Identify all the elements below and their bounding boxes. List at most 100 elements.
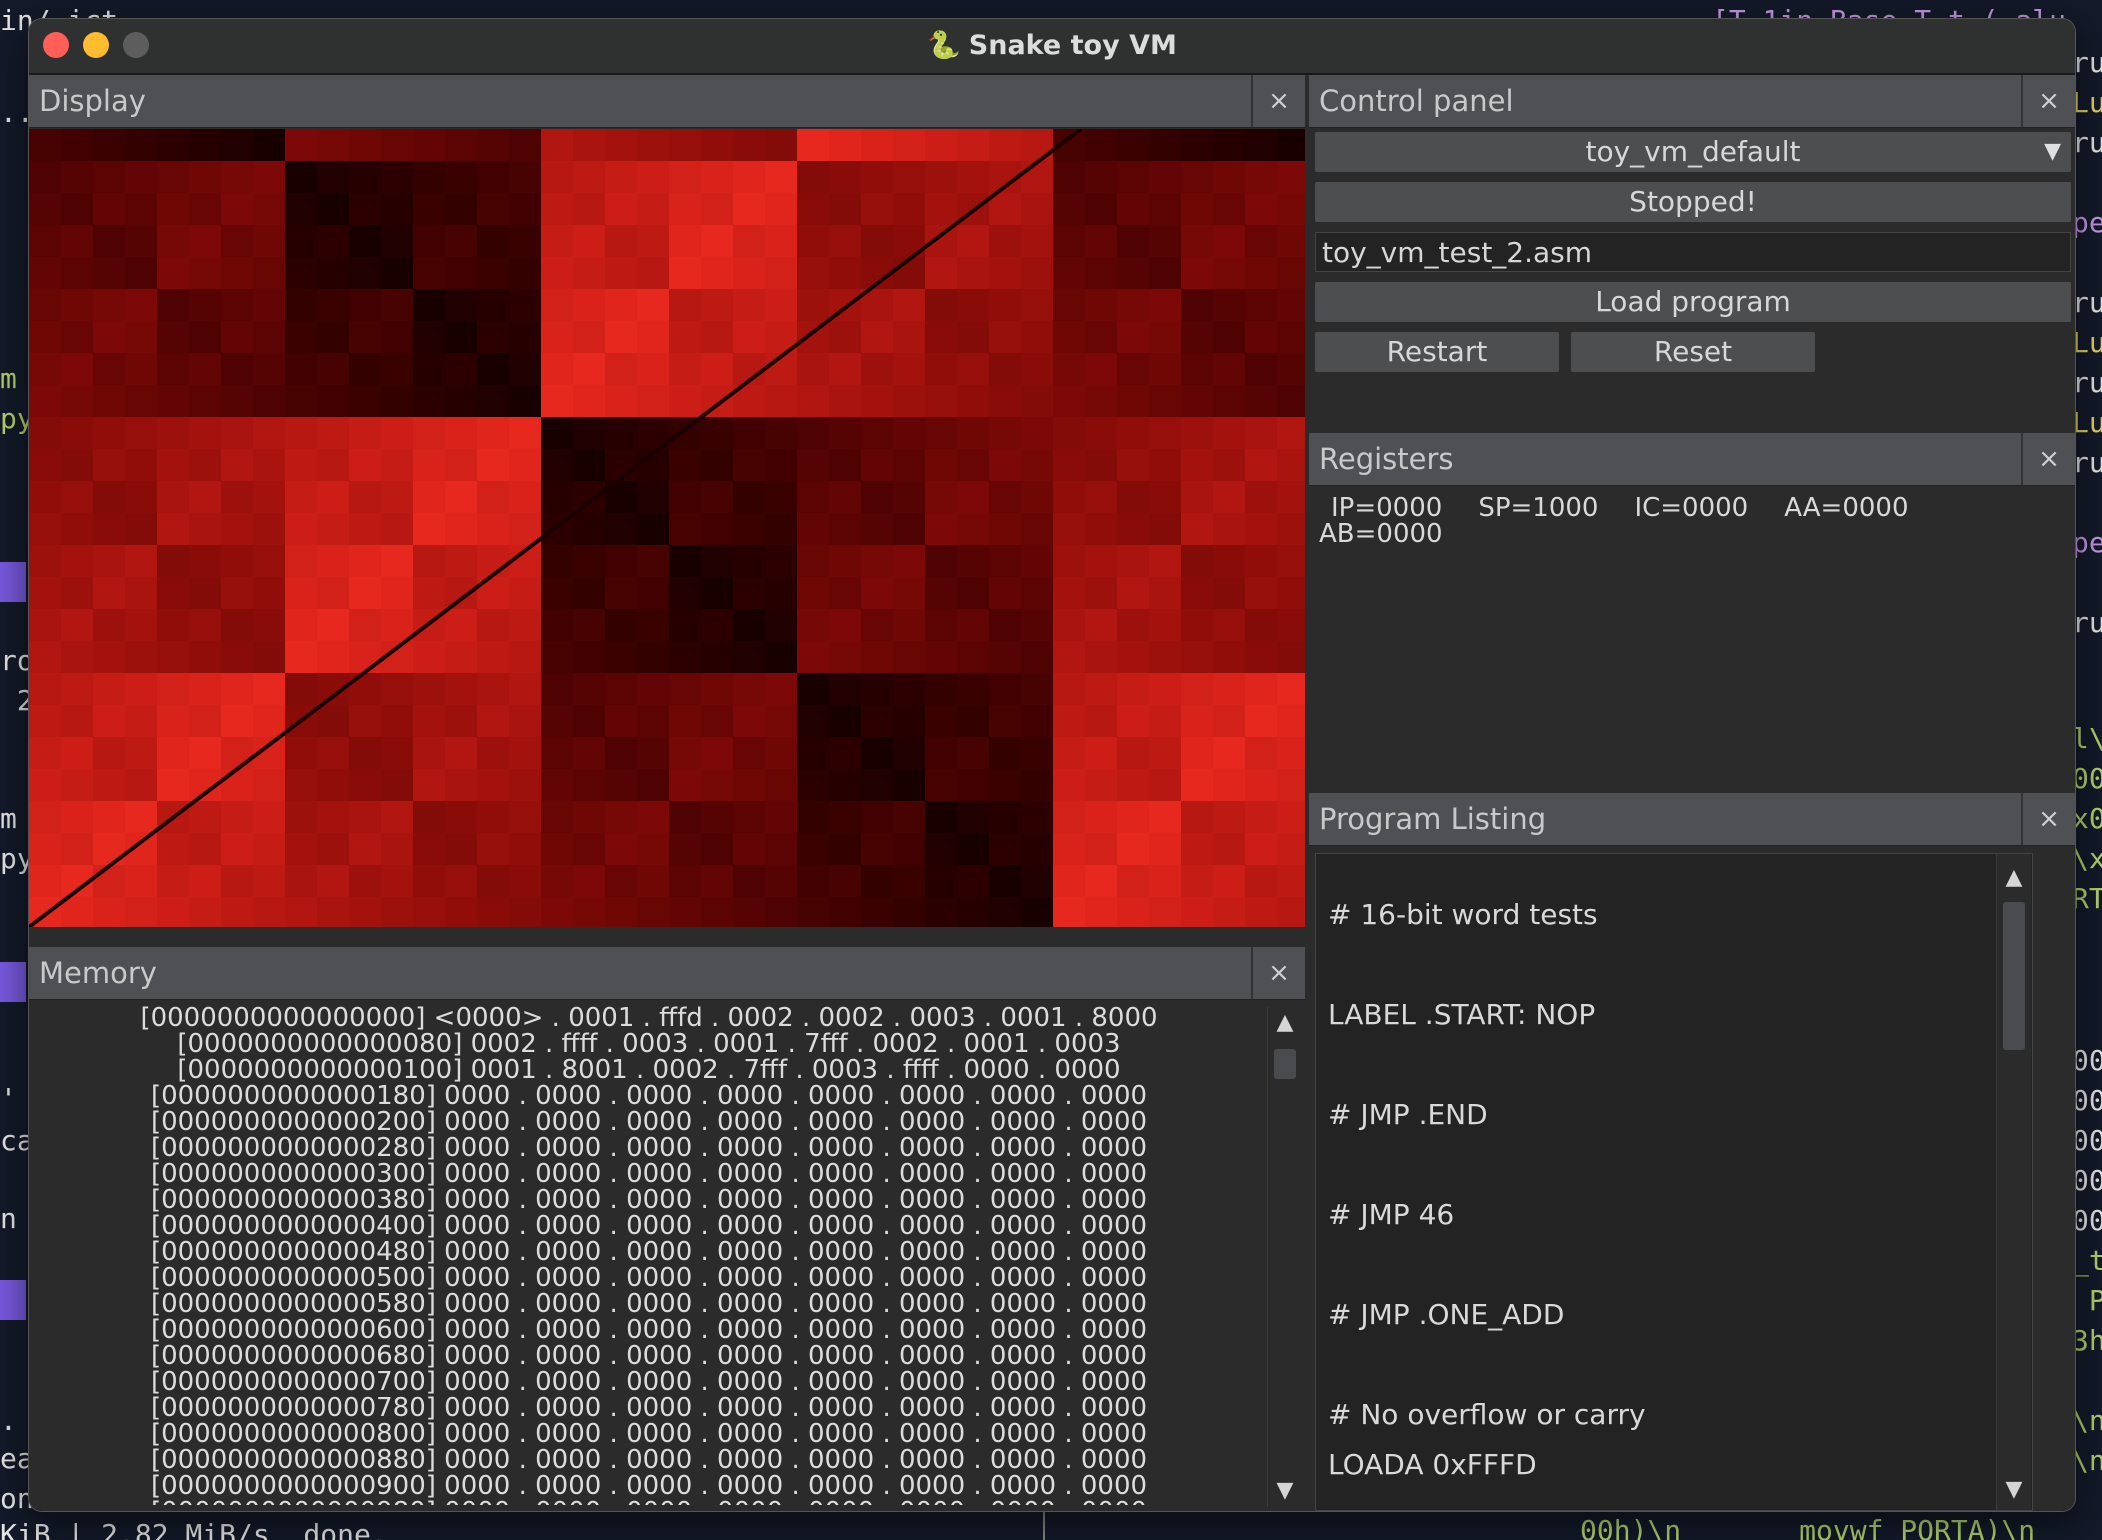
bg-text: ru bbox=[2072, 126, 2102, 159]
bg-text: 00 bbox=[2072, 1084, 2102, 1117]
listing-title: Program Listing bbox=[1319, 802, 1547, 836]
bg-text: l\ bbox=[2072, 722, 2102, 755]
memory-row: [0000000000000200] 0000 . 0000 . 0000 . … bbox=[150, 1107, 1148, 1137]
display-header: Display × bbox=[29, 75, 1305, 128]
listing-header: Program Listing × bbox=[1309, 793, 2075, 846]
bg-highlight bbox=[0, 962, 26, 1002]
listing-scrollbar[interactable]: ▲ ▼ bbox=[1996, 854, 2031, 1510]
memory-row: [0000000000000680] 0000 . 0000 . 0000 . … bbox=[150, 1341, 1148, 1371]
display-heatmap bbox=[29, 129, 1305, 927]
bg-highlight bbox=[0, 562, 26, 602]
scroll-down-icon[interactable]: ▼ bbox=[1997, 1474, 2031, 1506]
bg-text: x0 bbox=[2072, 802, 2102, 835]
memory-row: [0000000000000500] 0000 . 0000 . 0000 . … bbox=[150, 1263, 1148, 1293]
display-canvas bbox=[29, 129, 1305, 927]
bg-text: \n bbox=[2072, 1444, 2102, 1477]
memory-scroll-thumb[interactable] bbox=[1274, 1049, 1296, 1079]
bg-text: ru bbox=[2072, 606, 2102, 639]
display-close-button[interactable]: × bbox=[1251, 75, 1305, 127]
memory-panel: Memory × [0000000000000000] <0000> . 000… bbox=[29, 947, 1305, 1511]
bg-text: _t bbox=[2072, 1244, 2102, 1277]
bg-text: m bbox=[0, 362, 17, 395]
memory-row: [0000000000000800] 0000 . 0000 . 0000 . … bbox=[150, 1419, 1148, 1449]
scroll-down-icon[interactable]: ▼ bbox=[1268, 1475, 1302, 1507]
memory-row: [0000000000000480] 0000 . 0000 . 0000 . … bbox=[150, 1237, 1148, 1267]
reset-button[interactable]: Reset bbox=[1571, 332, 1815, 372]
memory-row: [0000000000000700] 0000 . 0000 . 0000 . … bbox=[150, 1367, 1148, 1397]
bg-text: ru bbox=[2072, 446, 2102, 479]
listing-line: # 16-bit word tests bbox=[1328, 898, 1598, 931]
memory-dump: [0000000000000000] <0000> . 0001 . fffd … bbox=[29, 1005, 1269, 1505]
control-header: Control panel × bbox=[1309, 75, 2075, 128]
listing-scroll-thumb[interactable] bbox=[2003, 902, 2025, 1050]
listing-line: # No overflow or carry bbox=[1328, 1398, 1646, 1431]
bg-text: 3h bbox=[2072, 1324, 2102, 1357]
memory-row: [0000000000000400] 0000 . 0000 . 0000 . … bbox=[150, 1211, 1148, 1241]
memory-row: [0000000000000980] 0000 . 0000 . 0000 . … bbox=[29, 1499, 1269, 1505]
memory-header: Memory × bbox=[29, 947, 1305, 1000]
control-panel: Control panel × toy_vm_default ▼ Stopped… bbox=[1309, 75, 2075, 423]
bg-text: pe bbox=[2072, 206, 2102, 239]
memory-row: [0000000000000900] 0000 . 0000 . 0000 . … bbox=[150, 1471, 1148, 1501]
scroll-up-icon[interactable]: ▲ bbox=[1997, 862, 2031, 894]
bg-text: 00h)\n movwf PORTA)\n bbox=[1580, 1514, 2036, 1540]
snake-icon: 🐍 bbox=[927, 30, 961, 61]
register-ic: IC=0000 bbox=[1634, 493, 1749, 523]
bg-text: 00 bbox=[2072, 1164, 2102, 1197]
listing-line: # JMP .END bbox=[1328, 1098, 1488, 1131]
load-program-button[interactable]: Load program bbox=[1315, 282, 2071, 322]
registers-close-button[interactable]: × bbox=[2021, 433, 2075, 485]
bg-highlight bbox=[0, 1280, 26, 1320]
memory-row: [0000000000000000] <0000> . 0001 . fffd … bbox=[140, 1005, 1158, 1033]
bg-text: n bbox=[0, 1202, 17, 1235]
memory-close-button[interactable]: × bbox=[1251, 947, 1305, 999]
control-title: Control panel bbox=[1319, 84, 1514, 118]
control-close-button[interactable]: × bbox=[2021, 75, 2075, 127]
registers-panel: Registers × IP=0000 SP=1000 IC=0000 AA=0000… bbox=[1309, 433, 2075, 779]
memory-row: [0000000000000300] 0000 . 0000 . 0000 . … bbox=[150, 1159, 1148, 1189]
memory-row: [0000000000000600] 0000 . 0000 . 0000 . … bbox=[150, 1315, 1148, 1345]
bg-text: \x bbox=[2072, 842, 2102, 875]
register-ip: IP=0000 bbox=[1331, 493, 1443, 523]
bg-text: Lu bbox=[2072, 326, 2102, 359]
register-sp: SP=1000 bbox=[1478, 493, 1599, 523]
bg-text: . bbox=[0, 1404, 17, 1437]
bg-text: 00 bbox=[2072, 1044, 2102, 1077]
memory-scrollbar[interactable]: ▲ ▼ bbox=[1267, 1007, 1302, 1507]
memory-row: [0000000000000080] 0002 . ffff . 0003 . … bbox=[177, 1029, 1121, 1059]
bg-text: ru bbox=[2072, 366, 2102, 399]
memory-row: [0000000000000780] 0000 . 0000 . 0000 . … bbox=[150, 1393, 1148, 1423]
bg-text: ' bbox=[0, 1082, 17, 1115]
program-listing[interactable]: # 16-bit word tests LABEL .START: NOP # … bbox=[1315, 853, 2033, 1511]
bg-text: 00 bbox=[2072, 1204, 2102, 1237]
bg-text: pe bbox=[2072, 526, 2102, 559]
memory-row: [0000000000000580] 0000 . 0000 . 0000 . … bbox=[150, 1289, 1148, 1319]
memory-row: [0000000000000380] 0000 . 0000 . 0000 . … bbox=[150, 1185, 1148, 1215]
chevron-down-icon: ▼ bbox=[2044, 139, 2061, 164]
register-ab: AB=0000 bbox=[1319, 519, 1443, 549]
listing-line: # JMP 46 bbox=[1328, 1198, 1455, 1231]
bg-text: KiB | 2.82 MiB/s, done. bbox=[0, 1518, 388, 1540]
listing-close-button[interactable]: × bbox=[2021, 793, 2075, 845]
program-file-input[interactable]: toy_vm_test_2.asm bbox=[1315, 232, 2071, 272]
register-values: IP=0000 SP=1000 IC=0000 AA=0000 AB=0000 bbox=[1319, 495, 2019, 547]
display-panel: Display × bbox=[29, 75, 1305, 947]
status-button[interactable]: Stopped! bbox=[1315, 182, 2071, 222]
listing-line: LOADA 0xFFFD bbox=[1328, 1448, 1537, 1481]
memory-row: [0000000000000880] 0000 . 0000 . 0000 . … bbox=[150, 1445, 1148, 1475]
listing-line: LABEL .START: NOP bbox=[1328, 998, 1596, 1031]
bg-text: \n bbox=[2072, 1404, 2102, 1437]
program-listing-panel: Program Listing × # 16-bit word tests LA… bbox=[1309, 793, 2075, 1511]
bg-text: ru bbox=[2072, 46, 2102, 79]
listing-line: # JMP .ONE_ADD bbox=[1328, 1298, 1565, 1331]
display-title: Display bbox=[39, 84, 146, 118]
memory-row: [0000000000000280] 0000 . 0000 . 0000 . … bbox=[150, 1133, 1148, 1163]
title-bar: 🐍 Snake toy VM bbox=[29, 19, 2075, 75]
scroll-up-icon[interactable]: ▲ bbox=[1268, 1007, 1302, 1039]
config-select-value: toy_vm_default bbox=[1585, 135, 1801, 168]
config-select[interactable]: toy_vm_default ▼ bbox=[1315, 132, 2071, 172]
registers-header: Registers × bbox=[1309, 433, 2075, 486]
window-title: 🐍 Snake toy VM bbox=[927, 30, 1177, 61]
restart-button[interactable]: Restart bbox=[1315, 332, 1559, 372]
bg-text: ru bbox=[2072, 286, 2102, 319]
